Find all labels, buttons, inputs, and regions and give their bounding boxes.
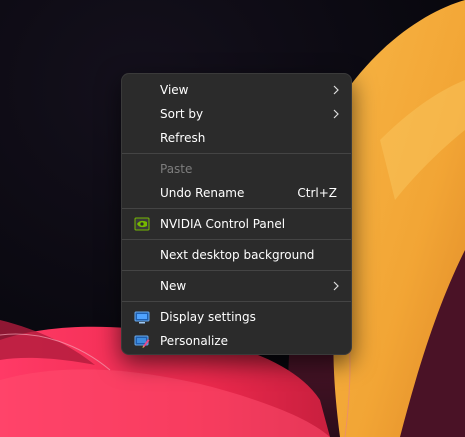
menu-item-nvidia-control-panel[interactable]: NVIDIA Control Panel bbox=[126, 212, 347, 236]
menu-item-personalize-label: Personalize bbox=[160, 334, 229, 348]
menu-item-view-label: View bbox=[160, 83, 189, 97]
menu-item-next-background-label: Next desktop background bbox=[160, 248, 315, 262]
menu-item-paste: Paste bbox=[126, 157, 347, 181]
chevron-right-icon bbox=[333, 85, 339, 95]
undo-rename-shortcut: Ctrl+Z bbox=[297, 186, 337, 200]
menu-item-new[interactable]: New bbox=[126, 274, 347, 298]
menu-item-new-label: New bbox=[160, 279, 187, 293]
menu-separator bbox=[122, 208, 351, 209]
menu-separator bbox=[122, 153, 351, 154]
personalize-icon bbox=[134, 335, 150, 348]
menu-separator bbox=[122, 270, 351, 271]
nvidia-icon bbox=[134, 217, 150, 231]
menu-item-sort-by[interactable]: Sort by bbox=[126, 102, 347, 126]
menu-item-sort-by-label: Sort by bbox=[160, 107, 204, 121]
menu-item-view[interactable]: View bbox=[126, 78, 347, 102]
menu-item-personalize[interactable]: Personalize bbox=[126, 329, 347, 353]
chevron-right-icon bbox=[333, 281, 339, 291]
menu-separator bbox=[122, 239, 351, 240]
menu-item-refresh-label: Refresh bbox=[160, 131, 206, 145]
menu-item-display-settings[interactable]: Display settings bbox=[126, 305, 347, 329]
chevron-right-icon bbox=[333, 109, 339, 119]
desktop-context-menu: View Sort by Refresh Paste Undo Rename C… bbox=[121, 73, 352, 355]
menu-item-next-desktop-background[interactable]: Next desktop background bbox=[126, 243, 347, 267]
menu-item-display-settings-label: Display settings bbox=[160, 310, 256, 324]
menu-item-nvidia-label: NVIDIA Control Panel bbox=[160, 217, 286, 231]
menu-item-undo-rename-label: Undo Rename bbox=[160, 186, 245, 200]
display-settings-icon bbox=[134, 311, 150, 324]
menu-item-undo-rename[interactable]: Undo Rename Ctrl+Z bbox=[126, 181, 347, 205]
menu-item-refresh[interactable]: Refresh bbox=[126, 126, 347, 150]
menu-item-paste-label: Paste bbox=[160, 162, 193, 176]
menu-separator bbox=[122, 301, 351, 302]
